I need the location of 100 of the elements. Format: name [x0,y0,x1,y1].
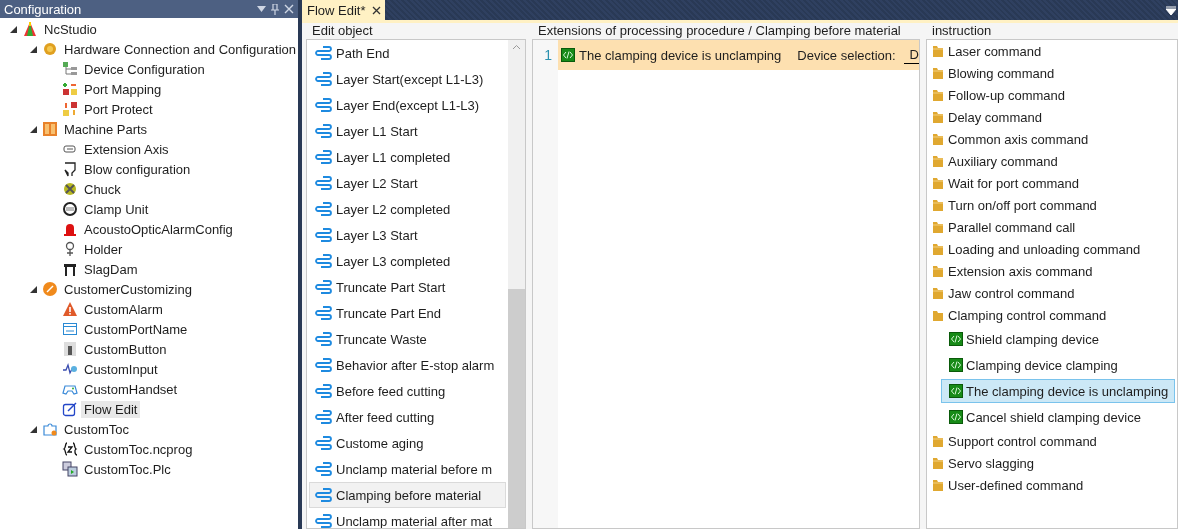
panel-icon [42,121,58,137]
squares-icon [62,81,78,97]
document-tab[interactable]: Flow Edit* [302,0,385,20]
scroll-thumb[interactable] [508,289,525,528]
tree-item[interactable]: Follow-up command [948,87,1066,103]
list-item[interactable]: Layer Start(except L1-L3) [309,66,506,92]
folder-icon[interactable] [933,155,943,167]
list-item[interactable]: Path End [309,40,506,66]
list-item[interactable]: Layer L2 Start [309,170,506,196]
tree-item[interactable]: Parallel command call [948,219,1076,235]
tree-item[interactable]: Holder [81,240,126,258]
scrollbar[interactable] [508,40,525,528]
tree-item[interactable]: Device Configuration [81,60,208,78]
tree-item[interactable]: Cancel shield clamping device [941,405,1175,429]
open-folder-icon[interactable] [933,309,943,321]
list-item[interactable]: Layer End(except L1-L3) [309,92,506,118]
folder-icon[interactable] [933,287,943,299]
folder-icon[interactable] [933,243,943,255]
tree-item[interactable]: SlagDam [81,260,141,278]
folder-icon[interactable] [933,265,943,277]
folder-icon[interactable] [933,45,943,57]
tree-item[interactable]: Hardware Connection and Configuration [61,40,298,58]
tree-item[interactable]: Chuck [81,180,124,198]
expand-arrow-icon[interactable] [28,124,38,134]
list-item[interactable]: Custome aging [309,430,506,456]
dropdown-icon[interactable] [1166,5,1176,15]
tree-item[interactable]: Auxiliary command [948,153,1058,169]
list-item[interactable]: Truncate Part Start [309,274,506,300]
tree-item[interactable]: Jaw control command [948,285,1075,301]
folder-icon[interactable] [933,133,943,145]
tree-item[interactable]: Clamping control command [948,307,1107,323]
tree-item[interactable]: Loading and unloading command [948,241,1141,257]
tree-item[interactable]: Flow Edit [81,400,141,418]
tree-item[interactable]: Common axis command [948,131,1089,147]
list-item[interactable]: Layer L3 Start [309,222,506,248]
folder-icon[interactable] [933,435,943,447]
list-item[interactable]: Clamping before material [309,482,506,508]
expand-arrow-icon[interactable] [28,284,38,294]
list-item[interactable]: Layer L2 completed [309,196,506,222]
expand-arrow-icon[interactable] [8,24,18,34]
tree-item[interactable]: CustomHandset [81,380,181,398]
list-item[interactable]: Behavior after E-stop alarm [309,352,506,378]
flow-icon [315,280,332,294]
tree-item[interactable]: CustomPortName [81,320,191,338]
list-item[interactable]: Layer L1 completed [309,144,506,170]
tree-item[interactable]: Port Protect [81,100,156,118]
pin-icon[interactable] [271,3,279,15]
folder-icon[interactable] [933,67,943,79]
pulse-icon [62,361,78,377]
tree-item[interactable]: NcStudio [41,20,100,38]
tree-item[interactable]: Support control command [948,433,1097,449]
tree-item[interactable]: Shield clamping device [941,327,1175,351]
folder-icon[interactable] [933,111,943,123]
list-item[interactable]: Truncate Waste [309,326,506,352]
tree-item[interactable]: Wait for port command [948,175,1079,191]
tree-item[interactable]: CustomToc.ncprog [81,440,196,458]
list-item[interactable]: Truncate Part End [309,300,506,326]
ring-icon [62,201,78,217]
expand-arrow-icon[interactable] [28,424,38,434]
folder-icon[interactable] [933,221,943,233]
hierarchy-icon [62,61,78,77]
folder-icon[interactable] [933,479,943,491]
tree-item[interactable]: CustomToc.Plc [81,460,174,478]
tree-item[interactable]: Blowing command [948,65,1055,81]
tree-item[interactable]: Extension Axis [81,140,172,158]
tree-item[interactable]: CustomToc [61,420,133,438]
tree-item[interactable]: Servo slagging [948,455,1034,471]
list-item[interactable]: After feed cutting [309,404,506,430]
tree-item[interactable]: Clamping device clamping [941,353,1175,377]
tree-item[interactable]: CustomInput [81,360,161,378]
tree-item[interactable]: The clamping device is unclamping [941,379,1175,403]
tree-item[interactable]: AcoustoOpticAlarmConfig [81,220,236,238]
folder-icon[interactable] [933,177,943,189]
tree-item[interactable]: Blow configuration [81,160,194,178]
tree-item[interactable]: Clamp Unit [81,200,152,218]
medal-icon [42,41,58,57]
tree-item[interactable]: Turn on/off port command [948,197,1097,213]
list-item[interactable]: Layer L3 completed [309,248,506,274]
folder-icon[interactable] [933,89,943,101]
tree-item[interactable]: Port Mapping [81,80,165,98]
list-item[interactable]: Layer L1 Start [309,118,506,144]
close-icon[interactable] [371,5,381,15]
tree-item[interactable]: CustomerCustomizing [61,280,195,298]
tree-item[interactable]: CustomButton [81,340,170,358]
tree-item[interactable]: Machine Parts [61,120,151,138]
list-item[interactable]: Unclamp material after mat [309,508,506,528]
list-item[interactable]: Before feed cutting [309,378,506,404]
folder-icon[interactable] [933,457,943,469]
tree-item[interactable]: CustomAlarm [81,300,166,318]
flow-icon [315,514,332,528]
list-item[interactable]: Unclamp material before m [309,456,506,482]
code-icon [949,358,963,372]
tree-item[interactable]: User-defined command [948,477,1084,493]
expand-arrow-icon[interactable] [28,44,38,54]
flow-icon [315,462,332,476]
beacon-icon [62,221,78,237]
tree-item[interactable]: Delay command [948,109,1042,125]
folder-icon[interactable] [933,199,943,211]
tree-item[interactable]: Extension axis command [948,263,1093,279]
tree-item[interactable]: Laser command [948,43,1042,59]
